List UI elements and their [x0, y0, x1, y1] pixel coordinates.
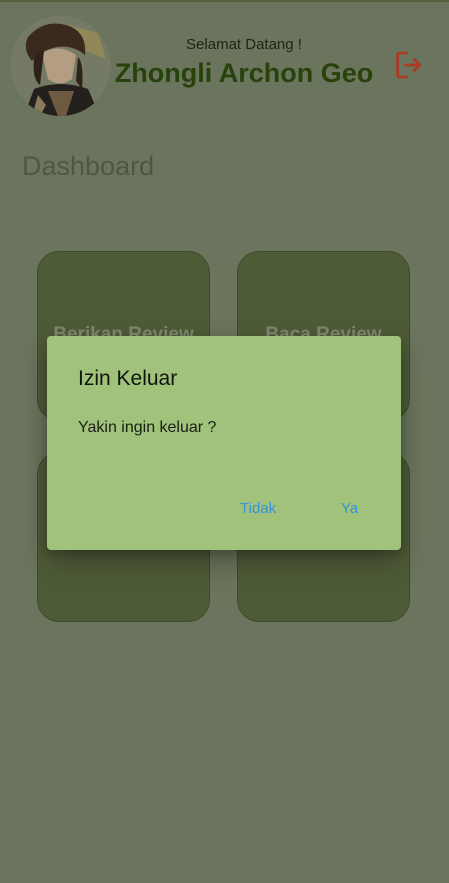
status-bar-strip: [0, 0, 449, 2]
profile-image: [10, 15, 111, 116]
logout-icon: [396, 51, 422, 79]
logout-button[interactable]: [390, 46, 428, 84]
avatar: [10, 15, 111, 116]
dialog-message: Yakin ingin keluar ?: [78, 419, 217, 436]
username: Zhongli Archon Geo: [114, 58, 374, 88]
logout-confirm-dialog: Izin Keluar Yakin ingin keluar ? Tidak Y…: [47, 336, 401, 550]
welcome-greeting: Selamat Datang !: [186, 36, 302, 53]
confirm-button[interactable]: Ya: [341, 500, 358, 517]
page-title: Dashboard: [22, 151, 155, 181]
cancel-button[interactable]: Tidak: [240, 500, 276, 517]
dialog-title: Izin Keluar: [78, 367, 178, 390]
